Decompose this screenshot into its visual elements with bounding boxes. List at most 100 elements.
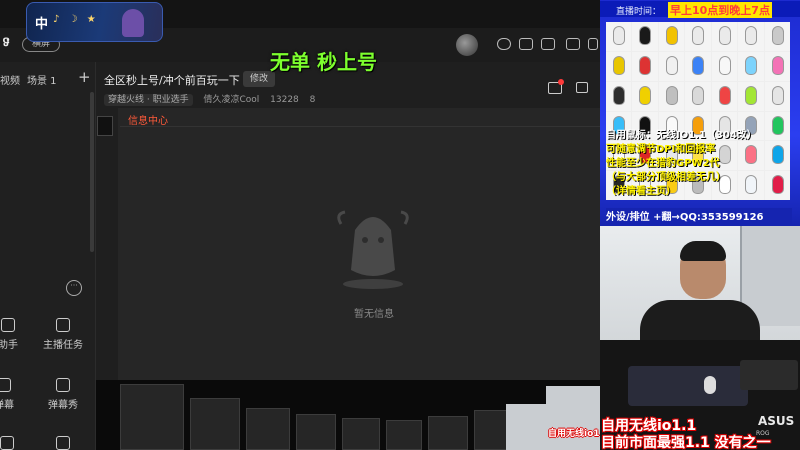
tab-video[interactable]: 视频: [0, 72, 20, 87]
avatar[interactable]: [456, 34, 478, 56]
shirt-icon[interactable]: [588, 38, 598, 50]
ad-line-4: （与大部分顶级相差无几）: [606, 172, 726, 183]
webcam-person-hair: [680, 241, 726, 261]
empty-state-illustration-icon: [337, 210, 409, 289]
mouse-icon: [665, 85, 678, 105]
mirror-screen: [428, 416, 468, 450]
window-icon[interactable]: [566, 38, 580, 50]
ad-line-2: 可随意调节DPI和回报率: [606, 144, 716, 155]
screen-icon[interactable]: [541, 38, 555, 50]
mouse-product-tile: [685, 22, 711, 51]
ad-line-1: 自用鼠标：无线IO1.1（304改）: [606, 130, 757, 141]
category-chip[interactable]: 穿越火线 · 职业选手: [104, 94, 193, 106]
ad-contact: 外设/排位 +翻→QQ:353599126: [606, 208, 792, 224]
streamer-name: 倩久凌凉Cool: [203, 95, 260, 105]
mouse-product-tile: [658, 51, 685, 81]
mouse-product-tile: [685, 51, 711, 81]
mirror-webcam: [506, 404, 546, 450]
tool-label: 弹幕: [0, 400, 14, 411]
mouse-product-tile: [738, 81, 764, 111]
mouse-icon: [718, 85, 731, 105]
mouse-product-tile: [632, 22, 658, 51]
ime-language-label: 中: [35, 17, 49, 32]
mirror-screen: [474, 410, 510, 450]
mouse-icon: [718, 55, 731, 75]
room-meta: 穿越火线 · 职业选手 倩久凌凉Cool 13228 8: [104, 92, 323, 106]
mouse-product-tile: [738, 51, 764, 81]
mouse-icon: [613, 85, 625, 105]
lock-icon[interactable]: [576, 82, 588, 93]
mouse-icon: [718, 145, 731, 165]
tab-scene-1[interactable]: 场景 1: [27, 72, 57, 87]
ad-line-5: （详情看主页）: [606, 186, 676, 197]
monitor-brand-logo: ASUS: [758, 414, 795, 428]
mouse-icon: [771, 55, 784, 75]
mouse-icon: [692, 85, 705, 105]
mouse-icon: [692, 55, 705, 75]
mirror-screen: [296, 414, 336, 450]
tool-danmaku-show[interactable]: 弹幕秀: [39, 378, 87, 411]
webcam-mousepad: [628, 366, 748, 406]
mouse-product-tile: [711, 81, 738, 111]
heat-count: 8: [309, 95, 316, 105]
webcam-mouse: [704, 376, 716, 394]
mouse-icon: [718, 26, 731, 45]
room-id: 13228: [270, 95, 299, 105]
mouse-product-tile: [606, 51, 632, 81]
mouse-product-tile: [764, 141, 790, 171]
mouse-icon: [692, 26, 705, 45]
mirror-screen: [246, 408, 290, 450]
tool-danmaku[interactable]: 弹幕: [0, 378, 28, 411]
mouse-icon: [745, 145, 758, 165]
mouse-product-tile: [738, 171, 764, 200]
mouse-product-tile: [738, 141, 764, 171]
danmaku-icon: [0, 378, 11, 392]
mirror-screen: [342, 418, 380, 450]
tab-info-center[interactable]: 信息中心: [128, 112, 168, 127]
mouse-icon: [665, 26, 678, 45]
headset-icon[interactable]: [497, 38, 511, 50]
notification-dot: [558, 79, 564, 85]
mouse-icon: [745, 175, 758, 195]
mouse-product-tile: [711, 51, 738, 81]
stream-overlay-title: 无单 秒上号: [270, 50, 377, 74]
gift-tool-icon[interactable]: [0, 436, 14, 450]
tool-label: 主播任务: [43, 340, 83, 351]
mouse-product-tile: [764, 81, 790, 111]
mirror-screen: [386, 420, 422, 450]
mouse-product-tile: [764, 51, 790, 81]
mouse-icon: [745, 26, 758, 45]
add-scene-button[interactable]: +: [78, 68, 91, 86]
ad-time-label: 直播时间：: [616, 7, 662, 17]
sidebar-scrollbar[interactable]: [90, 92, 94, 252]
mouse-product-tile: [685, 81, 711, 111]
mouse-icon: [613, 26, 625, 45]
danmaku-show-icon: [56, 378, 70, 392]
mouse-icon: [665, 55, 678, 75]
tool-assistant[interactable]: 助手: [0, 318, 32, 351]
ime-glyphs: ♪ ☽ ★: [53, 14, 99, 25]
panel-divider: [120, 126, 600, 127]
tool-task[interactable]: 主播任务: [39, 318, 87, 351]
mouse-icon: [771, 85, 784, 105]
ime-mascot-icon: [122, 9, 144, 37]
caption-line-2: 目前市面最强1.1 没有之一: [601, 435, 771, 450]
app-logo-icon: ទ: [2, 35, 11, 50]
mouse-icon: [745, 85, 758, 105]
mouse-icon: [745, 55, 758, 75]
more-button[interactable]: ···: [66, 280, 82, 296]
nested-preview-thumbnail: [97, 116, 113, 136]
mouse-product-tile: [606, 81, 632, 111]
ad-line-3: 性能至少在猎豹GPW2代: [606, 158, 720, 169]
ime-widget[interactable]: 中 ♪ ☽ ★: [26, 2, 163, 42]
mail-icon[interactable]: [519, 38, 533, 50]
sidebar-tabs: 视频 场景 1 +: [0, 68, 96, 88]
webcam-keyboard: [740, 360, 798, 390]
star-tool-icon[interactable]: [56, 436, 70, 450]
tool-label: 助手: [0, 340, 18, 351]
mirror-screen: [190, 398, 240, 450]
mouse-icon: [771, 145, 784, 165]
mouse-product-tile: [658, 22, 685, 51]
mouse-icon: [639, 26, 652, 45]
mouse-product-tile: [632, 51, 658, 81]
